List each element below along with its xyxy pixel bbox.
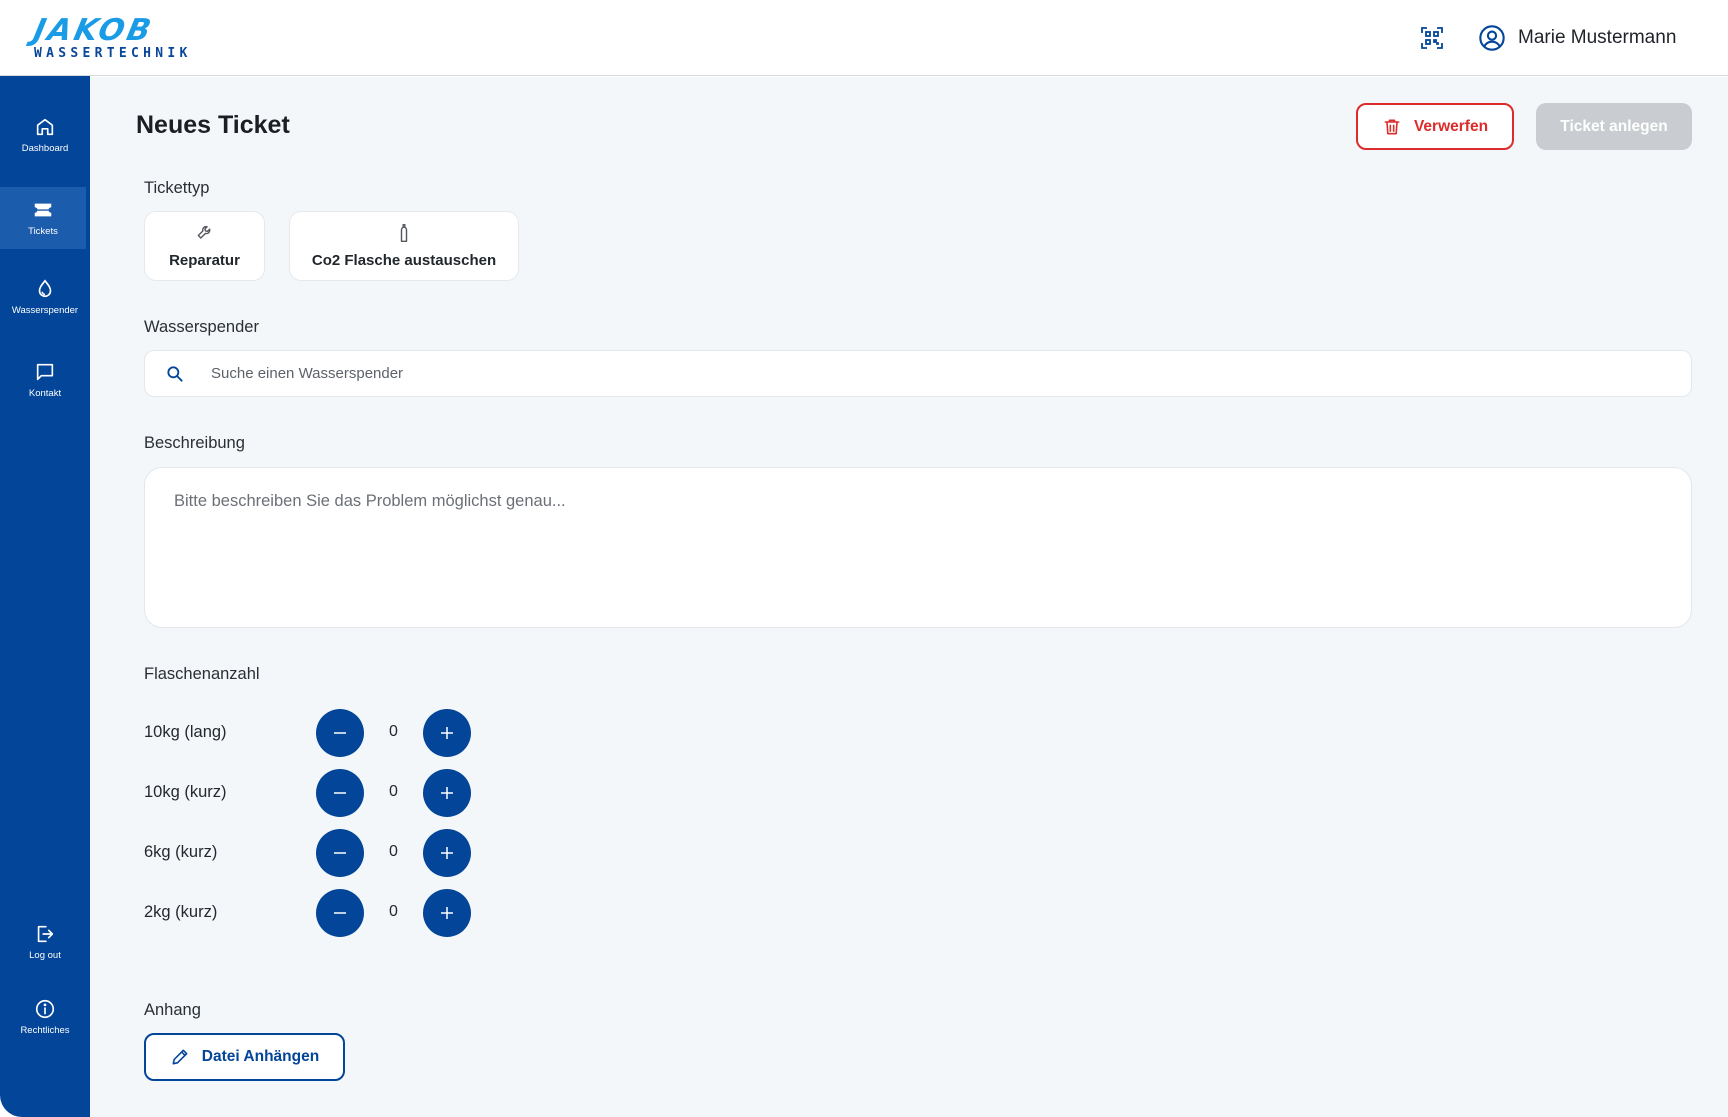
user-circle-icon [1479, 25, 1505, 51]
plus-icon [441, 847, 453, 859]
sidebar-item-label: Kontakt [28, 388, 62, 399]
logout-icon [37, 925, 54, 943]
sidebar-item-dashboard[interactable]: Dashboard [0, 104, 90, 166]
bottle-icon [400, 223, 408, 243]
decrement-button[interactable] [316, 889, 364, 937]
plus-icon [441, 727, 453, 739]
minus-icon [334, 792, 346, 794]
plus-icon [441, 787, 453, 799]
user-name: Marie Mustermann [1518, 27, 1677, 48]
sidebar: Dashboard Tickets Wasserspender Kontakt … [0, 76, 90, 1117]
decrement-button[interactable] [316, 829, 364, 877]
brand-logo-subtitle: WASSERTECHNIK [34, 46, 192, 61]
minus-icon [334, 852, 346, 854]
sidebar-item-logout[interactable]: Log out [0, 911, 90, 973]
bottle-row-2kg-kurz: 2kg (kurz) 0 [144, 889, 504, 937]
sidebar-item-kontakt[interactable]: Kontakt [0, 349, 90, 411]
bottle-row-10kg-kurz: 10kg (kurz) 0 [144, 769, 504, 817]
brand-logo[interactable]: JAKOB WASSERTECHNIK [30, 13, 194, 61]
bottle-count-label: Flaschenanzahl [144, 665, 260, 683]
ticket-type-label: Tickettyp [144, 179, 210, 197]
dispenser-label: Wasserspender [144, 318, 259, 336]
bottle-count-value: 0 [389, 843, 398, 860]
wrench-icon [197, 225, 210, 239]
plus-icon [441, 907, 453, 919]
sidebar-item-label: Wasserspender [11, 305, 79, 316]
qr-code-icon[interactable] [1420, 26, 1444, 50]
decrement-button[interactable] [316, 769, 364, 817]
info-icon [35, 999, 55, 1019]
user-menu[interactable]: Marie Mustermann [1478, 22, 1676, 54]
attach-file-button-label: Datei Anhängen [201, 1048, 320, 1065]
description-textarea[interactable] [144, 467, 1692, 628]
increment-button[interactable] [423, 769, 471, 817]
ticket-type-co2-label: Co2 Flasche austauschen [311, 252, 497, 269]
trash-icon [1384, 119, 1400, 134]
dispenser-search-input[interactable] [211, 365, 1611, 382]
ticket-type-reparatur[interactable]: Reparatur [144, 211, 265, 281]
water-drop-icon [38, 279, 52, 298]
brand-logo-mark: JAKOB [30, 13, 157, 48]
increment-button[interactable] [423, 829, 471, 877]
minus-icon [334, 912, 346, 914]
minus-icon [334, 732, 346, 734]
bottle-row-6kg-kurz: 6kg (kurz) 0 [144, 829, 504, 877]
bottle-row-label: 10kg (lang) [144, 723, 227, 741]
sidebar-item-rechtliches[interactable]: Rechtliches [0, 986, 90, 1048]
sidebar-item-tickets[interactable]: Tickets [0, 187, 86, 249]
sidebar-item-label: Tickets [28, 226, 58, 237]
dispenser-search[interactable] [144, 350, 1692, 397]
bottle-row-label: 6kg (kurz) [144, 843, 218, 861]
sidebar-item-wasserspender[interactable]: Wasserspender [0, 266, 90, 328]
attachment-label: Anhang [144, 1001, 201, 1019]
increment-button[interactable] [423, 709, 471, 757]
bottle-row-10kg-lang: 10kg (lang) 0 [144, 709, 504, 757]
discard-button-label: Verwerfen [1413, 117, 1489, 135]
bottle-count-value: 0 [389, 903, 398, 920]
sidebar-item-label: Rechtliches [20, 1025, 70, 1036]
ticket-icon [34, 203, 52, 217]
bottle-row-label: 2kg (kurz) [144, 903, 218, 921]
page-title: Neues Ticket [136, 111, 290, 139]
bottle-count-value: 0 [389, 723, 398, 740]
sidebar-item-label: Dashboard [21, 143, 69, 154]
ticket-type-co2-flasche[interactable]: Co2 Flasche austauschen [289, 211, 519, 281]
discard-button[interactable]: Verwerfen [1356, 103, 1514, 150]
attach-file-button[interactable]: Datei Anhängen [144, 1033, 345, 1081]
increment-button[interactable] [423, 889, 471, 937]
decrement-button[interactable] [316, 709, 364, 757]
bottle-row-label: 10kg (kurz) [144, 783, 227, 801]
pencil-icon [172, 1049, 188, 1065]
bottle-count-value: 0 [389, 783, 398, 800]
main-content: Neues Ticket Verwerfen Ticket anlegen Ti… [90, 77, 1728, 1117]
description-label: Beschreibung [144, 434, 245, 452]
ticket-type-reparatur-label: Reparatur [169, 252, 240, 269]
chat-icon [36, 363, 54, 381]
home-icon [36, 118, 54, 136]
sidebar-item-label: Log out [29, 950, 61, 961]
search-icon [167, 365, 183, 382]
create-ticket-button[interactable]: Ticket anlegen [1536, 103, 1692, 150]
top-bar: JAKOB WASSERTECHNIK Marie Mustermann [0, 0, 1728, 76]
